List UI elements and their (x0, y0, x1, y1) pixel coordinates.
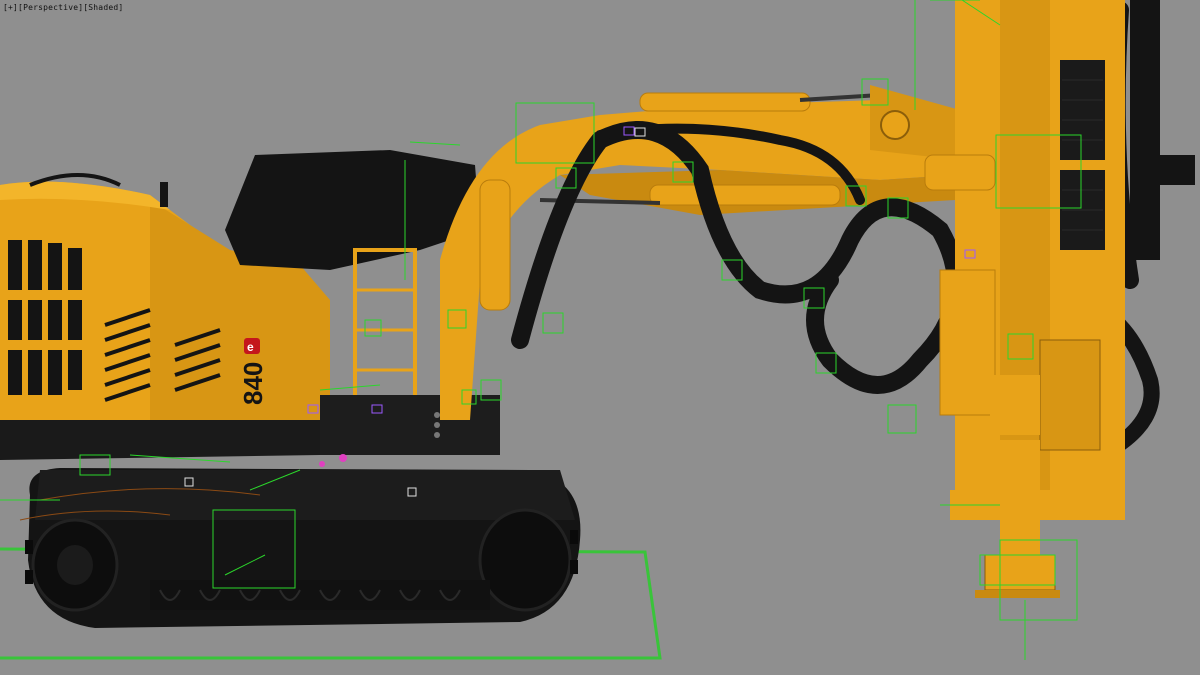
scene-canvas[interactable]: 840 e (0, 0, 1200, 675)
hydraulic-cylinder-bottom (649, 184, 841, 206)
model-badge: 840 (238, 362, 268, 405)
drill-mast[interactable] (924, 0, 1195, 598)
crawler-track[interactable] (19, 468, 581, 628)
boom-arm[interactable] (440, 85, 960, 420)
3d-viewport[interactable]: [+][Perspective][Shaded] 840 e (0, 0, 1200, 675)
rock-drill (939, 269, 996, 416)
hydraulic-cylinder-top (639, 92, 811, 112)
viewport-label[interactable]: [+][Perspective][Shaded] (3, 3, 123, 12)
model-badge-suffix: e (247, 340, 254, 354)
cab-ladder (353, 248, 417, 402)
boom-lift-cylinder (479, 179, 511, 311)
